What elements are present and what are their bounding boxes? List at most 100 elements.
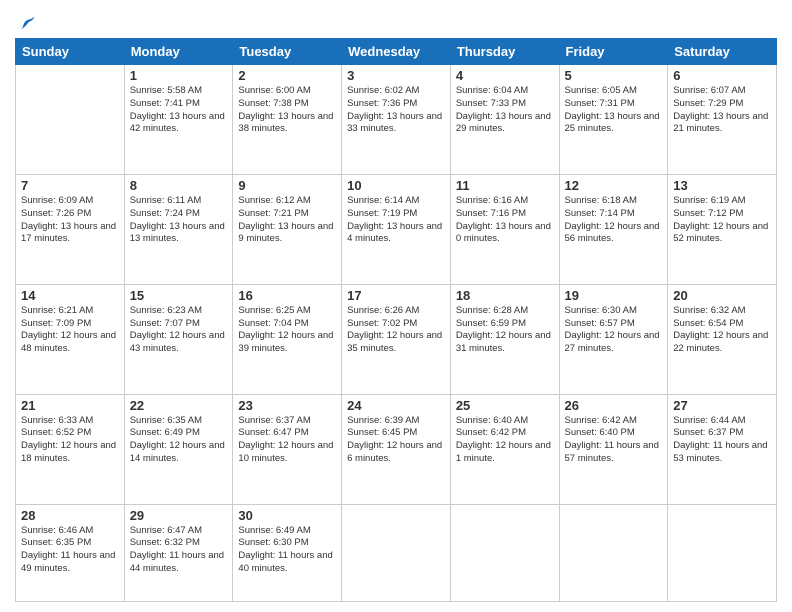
calendar-cell: 25 Sunrise: 6:40 AM Sunset: 6:42 PM Dayli… xyxy=(450,394,559,504)
calendar-header-saturday: Saturday xyxy=(668,39,777,65)
day-info: Sunrise: 6:04 AM Sunset: 7:33 PM Dayligh… xyxy=(456,85,554,136)
day-info: Sunrise: 6:44 AM Sunset: 6:37 PM Dayligh… xyxy=(673,415,771,466)
calendar-cell: 10Sunrise: 6:14 AM Sunset: 7:19 PM Dayli… xyxy=(342,174,451,284)
day-info: Sunrise: 6:28 AM Sunset: 6:59 PM Dayligh… xyxy=(456,305,554,356)
calendar-table: SundayMondayTuesdayWednesdayThursdayFrid… xyxy=(15,38,777,602)
day-info: Sunrise: 5:58 AM Sunset: 7:41 PM Dayligh… xyxy=(130,85,228,136)
day-info: Sunrise: 6:12 AM Sunset: 7:21 PM Dayligh… xyxy=(238,195,336,246)
calendar-cell: 24 Sunrise: 6:39 AM Sunset: 6:45 PM Dayli… xyxy=(342,394,451,504)
day-number: 14 xyxy=(21,288,119,303)
calendar-cell: 4 Sunrise: 6:04 AM Sunset: 7:33 PM Daylig… xyxy=(450,65,559,175)
day-number: 13 xyxy=(673,178,771,193)
calendar-header-sunday: Sunday xyxy=(16,39,125,65)
calendar-cell: 28 Sunrise: 6:46 AM Sunset: 6:35 PM Dayli… xyxy=(16,504,125,601)
day-info: Sunrise: 6:32 AM Sunset: 6:54 PM Dayligh… xyxy=(673,305,771,356)
calendar-cell: 23 Sunrise: 6:37 AM Sunset: 6:47 PM Dayli… xyxy=(233,394,342,504)
page: SundayMondayTuesdayWednesdayThursdayFrid… xyxy=(0,0,792,612)
day-number: 12 xyxy=(565,178,663,193)
day-number: 1 xyxy=(130,68,228,83)
day-info: Sunrise: 6:26 AM Sunset: 7:02 PM Dayligh… xyxy=(347,305,445,356)
day-number: 15 xyxy=(130,288,228,303)
calendar-week-row: 1 Sunrise: 5:58 AM Sunset: 7:41 PM Daylig… xyxy=(16,65,777,175)
calendar-cell: 11 Sunrise: 6:16 AM Sunset: 7:16 PM Dayli… xyxy=(450,174,559,284)
calendar-cell: 8 Sunrise: 6:11 AM Sunset: 7:24 PM Daylig… xyxy=(124,174,233,284)
day-number: 19 xyxy=(565,288,663,303)
calendar-cell: 2Sunrise: 6:00 AM Sunset: 7:38 PM Daylig… xyxy=(233,65,342,175)
day-info: Sunrise: 6:49 AM Sunset: 6:30 PM Dayligh… xyxy=(238,525,336,576)
day-info: Sunrise: 6:11 AM Sunset: 7:24 PM Dayligh… xyxy=(130,195,228,246)
day-number: 22 xyxy=(130,398,228,413)
day-info: Sunrise: 6:14 AM Sunset: 7:19 PM Dayligh… xyxy=(347,195,445,246)
day-info: Sunrise: 6:00 AM Sunset: 7:38 PM Dayligh… xyxy=(238,85,336,136)
day-number: 6 xyxy=(673,68,771,83)
calendar-week-row: 14 Sunrise: 6:21 AM Sunset: 7:09 PM Dayli… xyxy=(16,284,777,394)
day-number: 23 xyxy=(238,398,336,413)
calendar-header-thursday: Thursday xyxy=(450,39,559,65)
calendar-cell: 7 Sunrise: 6:09 AM Sunset: 7:26 PM Daylig… xyxy=(16,174,125,284)
calendar-cell: 6 Sunrise: 6:07 AM Sunset: 7:29 PM Daylig… xyxy=(668,65,777,175)
day-info: Sunrise: 6:05 AM Sunset: 7:31 PM Dayligh… xyxy=(565,85,663,136)
calendar-cell: 27 Sunrise: 6:44 AM Sunset: 6:37 PM Dayli… xyxy=(668,394,777,504)
day-number: 30 xyxy=(238,508,336,523)
calendar-cell: 29 Sunrise: 6:47 AM Sunset: 6:32 PM Dayli… xyxy=(124,504,233,601)
day-info: Sunrise: 6:42 AM Sunset: 6:40 PM Dayligh… xyxy=(565,415,663,466)
day-number: 11 xyxy=(456,178,554,193)
calendar-cell: 30 Sunrise: 6:49 AM Sunset: 6:30 PM Dayli… xyxy=(233,504,342,601)
calendar-cell xyxy=(559,504,668,601)
day-number: 9 xyxy=(238,178,336,193)
calendar-cell: 18 Sunrise: 6:28 AM Sunset: 6:59 PM Dayli… xyxy=(450,284,559,394)
logo-bird-icon xyxy=(17,14,37,34)
day-number: 8 xyxy=(130,178,228,193)
day-number: 26 xyxy=(565,398,663,413)
calendar-cell xyxy=(342,504,451,601)
day-info: Sunrise: 6:09 AM Sunset: 7:26 PM Dayligh… xyxy=(21,195,119,246)
day-info: Sunrise: 6:25 AM Sunset: 7:04 PM Dayligh… xyxy=(238,305,336,356)
day-number: 3 xyxy=(347,68,445,83)
day-info: Sunrise: 6:40 AM Sunset: 6:42 PM Dayligh… xyxy=(456,415,554,466)
calendar-cell: 14 Sunrise: 6:21 AM Sunset: 7:09 PM Dayli… xyxy=(16,284,125,394)
day-number: 16 xyxy=(238,288,336,303)
calendar-cell: 1 Sunrise: 5:58 AM Sunset: 7:41 PM Daylig… xyxy=(124,65,233,175)
calendar-header-monday: Monday xyxy=(124,39,233,65)
day-number: 18 xyxy=(456,288,554,303)
day-info: Sunrise: 6:37 AM Sunset: 6:47 PM Dayligh… xyxy=(238,415,336,466)
day-info: Sunrise: 6:19 AM Sunset: 7:12 PM Dayligh… xyxy=(673,195,771,246)
day-number: 20 xyxy=(673,288,771,303)
calendar-cell xyxy=(450,504,559,601)
calendar-cell: 13 Sunrise: 6:19 AM Sunset: 7:12 PM Dayli… xyxy=(668,174,777,284)
day-number: 21 xyxy=(21,398,119,413)
day-info: Sunrise: 6:02 AM Sunset: 7:36 PM Dayligh… xyxy=(347,85,445,136)
day-info: Sunrise: 6:47 AM Sunset: 6:32 PM Dayligh… xyxy=(130,525,228,576)
day-info: Sunrise: 6:46 AM Sunset: 6:35 PM Dayligh… xyxy=(21,525,119,576)
calendar-cell: 15 Sunrise: 6:23 AM Sunset: 7:07 PM Dayli… xyxy=(124,284,233,394)
day-number: 24 xyxy=(347,398,445,413)
day-number: 4 xyxy=(456,68,554,83)
day-info: Sunrise: 6:16 AM Sunset: 7:16 PM Dayligh… xyxy=(456,195,554,246)
day-number: 25 xyxy=(456,398,554,413)
day-info: Sunrise: 6:21 AM Sunset: 7:09 PM Dayligh… xyxy=(21,305,119,356)
calendar-cell: 12 Sunrise: 6:18 AM Sunset: 7:14 PM Dayli… xyxy=(559,174,668,284)
day-number: 28 xyxy=(21,508,119,523)
calendar-cell: 21Sunrise: 6:33 AM Sunset: 6:52 PM Dayli… xyxy=(16,394,125,504)
calendar-cell: 16 Sunrise: 6:25 AM Sunset: 7:04 PM Dayli… xyxy=(233,284,342,394)
calendar-cell xyxy=(16,65,125,175)
calendar-cell: 22 Sunrise: 6:35 AM Sunset: 6:49 PM Dayli… xyxy=(124,394,233,504)
day-info: Sunrise: 6:18 AM Sunset: 7:14 PM Dayligh… xyxy=(565,195,663,246)
calendar-header-tuesday: Tuesday xyxy=(233,39,342,65)
calendar-header-wednesday: Wednesday xyxy=(342,39,451,65)
day-info: Sunrise: 6:07 AM Sunset: 7:29 PM Dayligh… xyxy=(673,85,771,136)
day-number: 29 xyxy=(130,508,228,523)
calendar-cell: 20 Sunrise: 6:32 AM Sunset: 6:54 PM Dayli… xyxy=(668,284,777,394)
day-number: 27 xyxy=(673,398,771,413)
day-info: Sunrise: 6:30 AM Sunset: 6:57 PM Dayligh… xyxy=(565,305,663,356)
calendar-cell xyxy=(668,504,777,601)
calendar-header-row: SundayMondayTuesdayWednesdayThursdayFrid… xyxy=(16,39,777,65)
day-info: Sunrise: 6:39 AM Sunset: 6:45 PM Dayligh… xyxy=(347,415,445,466)
day-number: 5 xyxy=(565,68,663,83)
calendar-header-friday: Friday xyxy=(559,39,668,65)
day-info: Sunrise: 6:35 AM Sunset: 6:49 PM Dayligh… xyxy=(130,415,228,466)
day-number: 7 xyxy=(21,178,119,193)
logo xyxy=(15,14,37,34)
day-info: Sunrise: 6:23 AM Sunset: 7:07 PM Dayligh… xyxy=(130,305,228,356)
calendar-week-row: 28 Sunrise: 6:46 AM Sunset: 6:35 PM Dayli… xyxy=(16,504,777,601)
